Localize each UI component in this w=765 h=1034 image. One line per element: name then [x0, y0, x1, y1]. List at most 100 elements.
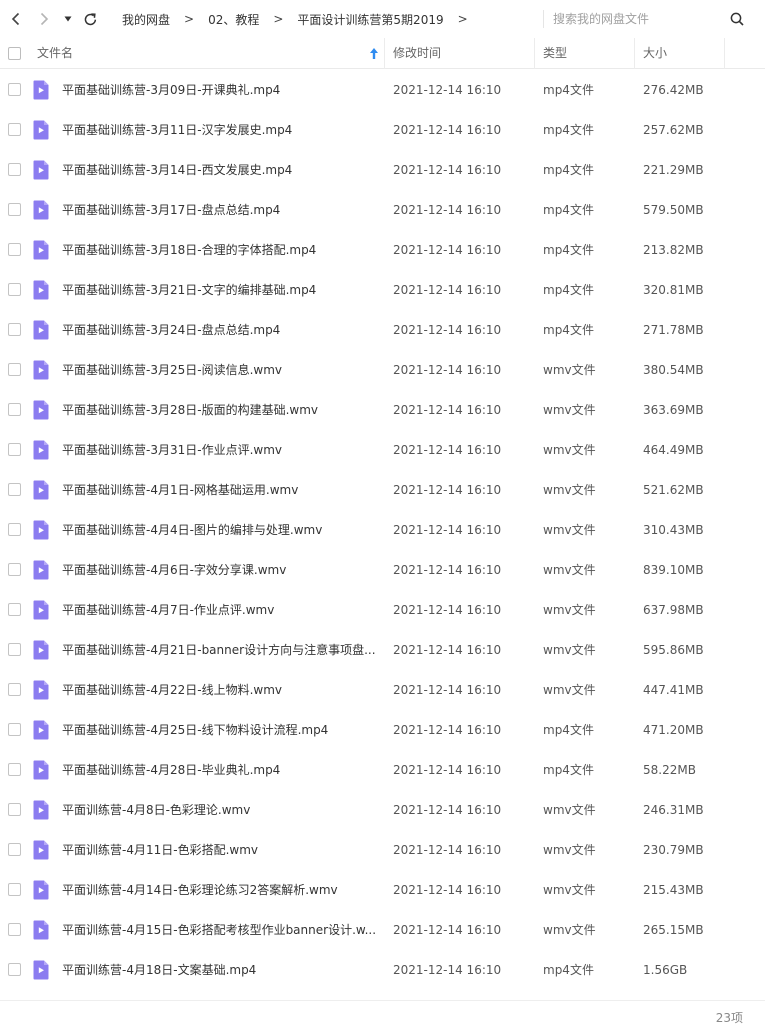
file-row[interactable]: 平面基础训练营-3月17日-盘点总结.mp4 2021-12-14 16:10 … — [0, 190, 765, 230]
file-type: mp4文件 — [543, 243, 594, 257]
file-row[interactable]: 平面基础训练营-3月21日-文字的编排基础.mp4 2021-12-14 16:… — [0, 270, 765, 310]
column-divider[interactable] — [634, 38, 635, 69]
file-name[interactable]: 平面基础训练营-3月21日-文字的编排基础.mp4 — [62, 270, 380, 310]
column-header-size[interactable]: 大小 — [643, 38, 667, 69]
video-file-icon — [33, 480, 49, 500]
row-checkbox[interactable] — [8, 643, 21, 656]
breadcrumb-item-current[interactable]: 平面设计训练营第5期2019 — [293, 11, 447, 28]
search-button[interactable] — [727, 9, 747, 29]
row-checkbox[interactable] — [8, 83, 21, 96]
file-row[interactable]: 平面基础训练营-3月24日-盘点总结.mp4 2021-12-14 16:10 … — [0, 310, 765, 350]
file-name[interactable]: 平面基础训练营-4月1日-网格基础运用.wmv — [62, 470, 380, 510]
file-row[interactable]: 平面基础训练营-3月09日-开课典礼.mp4 2021-12-14 16:10 … — [0, 70, 765, 110]
back-button[interactable] — [6, 8, 26, 30]
video-file-icon — [33, 640, 49, 660]
column-header-type[interactable]: 类型 — [543, 38, 567, 69]
column-header-name[interactable]: 文件名 — [37, 38, 73, 69]
column-divider[interactable] — [534, 38, 535, 69]
file-modified-time: 2021-12-14 16:10 — [393, 83, 502, 97]
video-file-icon — [33, 160, 49, 180]
file-name[interactable]: 平面基础训练营-4月21日-banner设计方向与注意事项盘... — [62, 630, 380, 670]
file-size: 471.20MB — [643, 723, 704, 737]
row-checkbox[interactable] — [8, 203, 21, 216]
file-name[interactable]: 平面基础训练营-4月25日-线下物料设计流程.mp4 — [62, 710, 380, 750]
file-type: mp4文件 — [543, 83, 594, 97]
file-size: 58.22MB — [643, 763, 696, 777]
row-checkbox[interactable] — [8, 323, 21, 336]
file-row[interactable]: 平面训练营-4月18日-文案基础.mp4 2021-12-14 16:10 mp… — [0, 950, 765, 990]
file-name[interactable]: 平面基础训练营-4月6日-字效分享课.wmv — [62, 550, 380, 590]
column-divider[interactable] — [384, 38, 385, 69]
file-row[interactable]: 平面训练营-4月14日-色彩理论练习2答案解析.wmv 2021-12-14 1… — [0, 870, 765, 910]
file-name[interactable]: 平面训练营-4月8日-色彩理论.wmv — [62, 790, 380, 830]
column-header-modified[interactable]: 修改时间 — [393, 38, 441, 69]
file-name[interactable]: 平面基础训练营-4月28日-毕业典礼.mp4 — [62, 750, 380, 790]
file-row[interactable]: 平面基础训练营-4月22日-线上物料.wmv 2021-12-14 16:10 … — [0, 670, 765, 710]
file-row[interactable]: 平面基础训练营-3月28日-版面的构建基础.wmv 2021-12-14 16:… — [0, 390, 765, 430]
row-checkbox[interactable] — [8, 803, 21, 816]
file-list-header: 文件名 修改时间 类型 大小 — [0, 38, 765, 69]
file-row[interactable]: 平面基础训练营-4月28日-毕业典礼.mp4 2021-12-14 16:10 … — [0, 750, 765, 790]
row-checkbox[interactable] — [8, 923, 21, 936]
file-size: 213.82MB — [643, 243, 704, 257]
row-checkbox[interactable] — [8, 723, 21, 736]
row-checkbox[interactable] — [8, 283, 21, 296]
file-row[interactable]: 平面基础训练营-3月25日-阅读信息.wmv 2021-12-14 16:10 … — [0, 350, 765, 390]
file-name[interactable]: 平面基础训练营-4月4日-图片的编排与处理.wmv — [62, 510, 380, 550]
row-checkbox[interactable] — [8, 563, 21, 576]
row-checkbox[interactable] — [8, 443, 21, 456]
file-name[interactable]: 平面训练营-4月11日-色彩搭配.wmv — [62, 830, 380, 870]
file-size: 521.62MB — [643, 483, 704, 497]
file-name[interactable]: 平面训练营-4月18日-文案基础.mp4 — [62, 950, 380, 990]
select-all-checkbox[interactable] — [8, 47, 21, 60]
breadcrumb-item-folder[interactable]: 02、教程 — [204, 11, 263, 28]
row-checkbox[interactable] — [8, 243, 21, 256]
file-row[interactable]: 平面训练营-4月15日-色彩搭配考核型作业banner设计.w... 2021-… — [0, 910, 765, 950]
row-checkbox[interactable] — [8, 683, 21, 696]
row-checkbox[interactable] — [8, 763, 21, 776]
file-name[interactable]: 平面基础训练营-3月17日-盘点总结.mp4 — [62, 190, 380, 230]
row-checkbox[interactable] — [8, 883, 21, 896]
file-row[interactable]: 平面基础训练营-4月1日-网格基础运用.wmv 2021-12-14 16:10… — [0, 470, 765, 510]
row-checkbox[interactable] — [8, 523, 21, 536]
file-name[interactable]: 平面基础训练营-3月24日-盘点总结.mp4 — [62, 310, 380, 350]
file-row[interactable]: 平面训练营-4月8日-色彩理论.wmv 2021-12-14 16:10 wmv… — [0, 790, 765, 830]
file-row[interactable]: 平面基础训练营-4月25日-线下物料设计流程.mp4 2021-12-14 16… — [0, 710, 765, 750]
file-row[interactable]: 平面基础训练营-3月31日-作业点评.wmv 2021-12-14 16:10 … — [0, 430, 765, 470]
search-input[interactable] — [553, 6, 723, 32]
row-checkbox[interactable] — [8, 123, 21, 136]
row-checkbox[interactable] — [8, 603, 21, 616]
file-name[interactable]: 平面训练营-4月14日-色彩理论练习2答案解析.wmv — [62, 870, 380, 910]
file-name[interactable]: 平面基础训练营-4月22日-线上物料.wmv — [62, 670, 380, 710]
sort-ascending-arrow-icon[interactable] — [368, 47, 380, 60]
file-row[interactable]: 平面训练营-4月11日-色彩搭配.wmv 2021-12-14 16:10 wm… — [0, 830, 765, 870]
row-checkbox[interactable] — [8, 843, 21, 856]
history-dropdown-button[interactable] — [60, 8, 76, 30]
file-row[interactable]: 平面基础训练营-4月6日-字效分享课.wmv 2021-12-14 16:10 … — [0, 550, 765, 590]
row-checkbox[interactable] — [8, 963, 21, 976]
file-name[interactable]: 平面基础训练营-3月28日-版面的构建基础.wmv — [62, 390, 380, 430]
file-row[interactable]: 平面基础训练营-3月18日-合理的字体搭配.mp4 2021-12-14 16:… — [0, 230, 765, 270]
dropdown-caret-icon — [64, 16, 72, 22]
file-name[interactable]: 平面训练营-4月15日-色彩搭配考核型作业banner设计.w... — [62, 910, 380, 950]
column-divider[interactable] — [724, 38, 725, 69]
file-row[interactable]: 平面基础训练营-4月21日-banner设计方向与注意事项盘... 2021-1… — [0, 630, 765, 670]
breadcrumb-item-root[interactable]: 我的网盘 — [118, 11, 174, 28]
file-name[interactable]: 平面基础训练营-3月31日-作业点评.wmv — [62, 430, 380, 470]
file-name[interactable]: 平面基础训练营-3月18日-合理的字体搭配.mp4 — [62, 230, 380, 270]
file-name[interactable]: 平面基础训练营-3月09日-开课典礼.mp4 — [62, 70, 380, 110]
file-name[interactable]: 平面基础训练营-3月11日-汉字发展史.mp4 — [62, 110, 380, 150]
row-checkbox[interactable] — [8, 403, 21, 416]
file-row[interactable]: 平面基础训练营-3月14日-西文发展史.mp4 2021-12-14 16:10… — [0, 150, 765, 190]
file-row[interactable]: 平面基础训练营-3月11日-汉字发展史.mp4 2021-12-14 16:10… — [0, 110, 765, 150]
file-row[interactable]: 平面基础训练营-4月7日-作业点评.wmv 2021-12-14 16:10 w… — [0, 590, 765, 630]
file-name[interactable]: 平面基础训练营-3月14日-西文发展史.mp4 — [62, 150, 380, 190]
row-checkbox[interactable] — [8, 483, 21, 496]
refresh-button[interactable] — [80, 8, 100, 30]
file-row[interactable]: 平面基础训练营-4月4日-图片的编排与处理.wmv 2021-12-14 16:… — [0, 510, 765, 550]
file-name[interactable]: 平面基础训练营-3月25日-阅读信息.wmv — [62, 350, 380, 390]
row-checkbox[interactable] — [8, 363, 21, 376]
forward-button[interactable] — [34, 8, 54, 30]
file-name[interactable]: 平面基础训练营-4月7日-作业点评.wmv — [62, 590, 380, 630]
row-checkbox[interactable] — [8, 163, 21, 176]
